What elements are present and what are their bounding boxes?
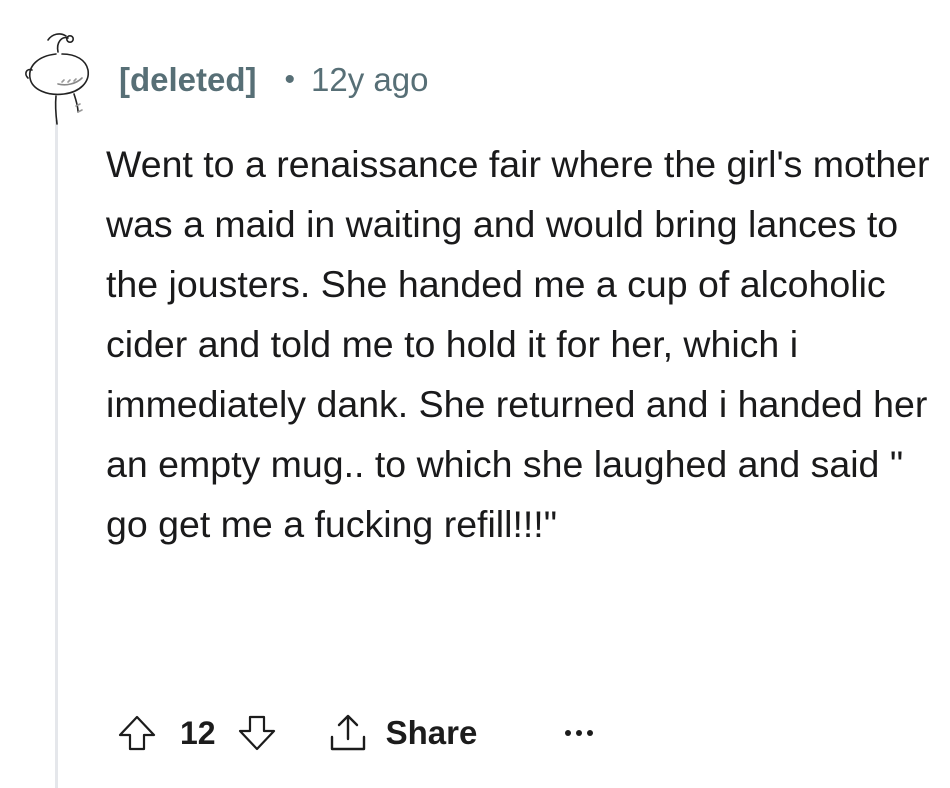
- more-options-icon[interactable]: [565, 713, 594, 753]
- upvote-button[interactable]: [112, 708, 162, 758]
- comment-actions: 12 Share: [112, 700, 594, 766]
- meta-separator: •: [284, 63, 296, 96]
- share-upload-icon: [330, 714, 365, 751]
- share-label: Share: [385, 714, 478, 751]
- comment-timestamp[interactable]: 12y ago: [311, 61, 428, 99]
- deleted-user-avatar-icon[interactable]: [18, 26, 96, 126]
- comment-body: Went to a renaissance fair where the gir…: [106, 143, 930, 545]
- author-name[interactable]: [deleted]: [119, 61, 257, 99]
- share-button[interactable]: Share: [326, 711, 478, 755]
- downvote-button[interactable]: [232, 708, 282, 758]
- vote-score: 12: [180, 714, 216, 751]
- thread-line[interactable]: [55, 120, 58, 788]
- downvote-arrow-icon: [238, 715, 275, 751]
- comment-meta: [deleted] • 12y ago: [119, 58, 428, 102]
- upvote-arrow-icon: [118, 715, 156, 751]
